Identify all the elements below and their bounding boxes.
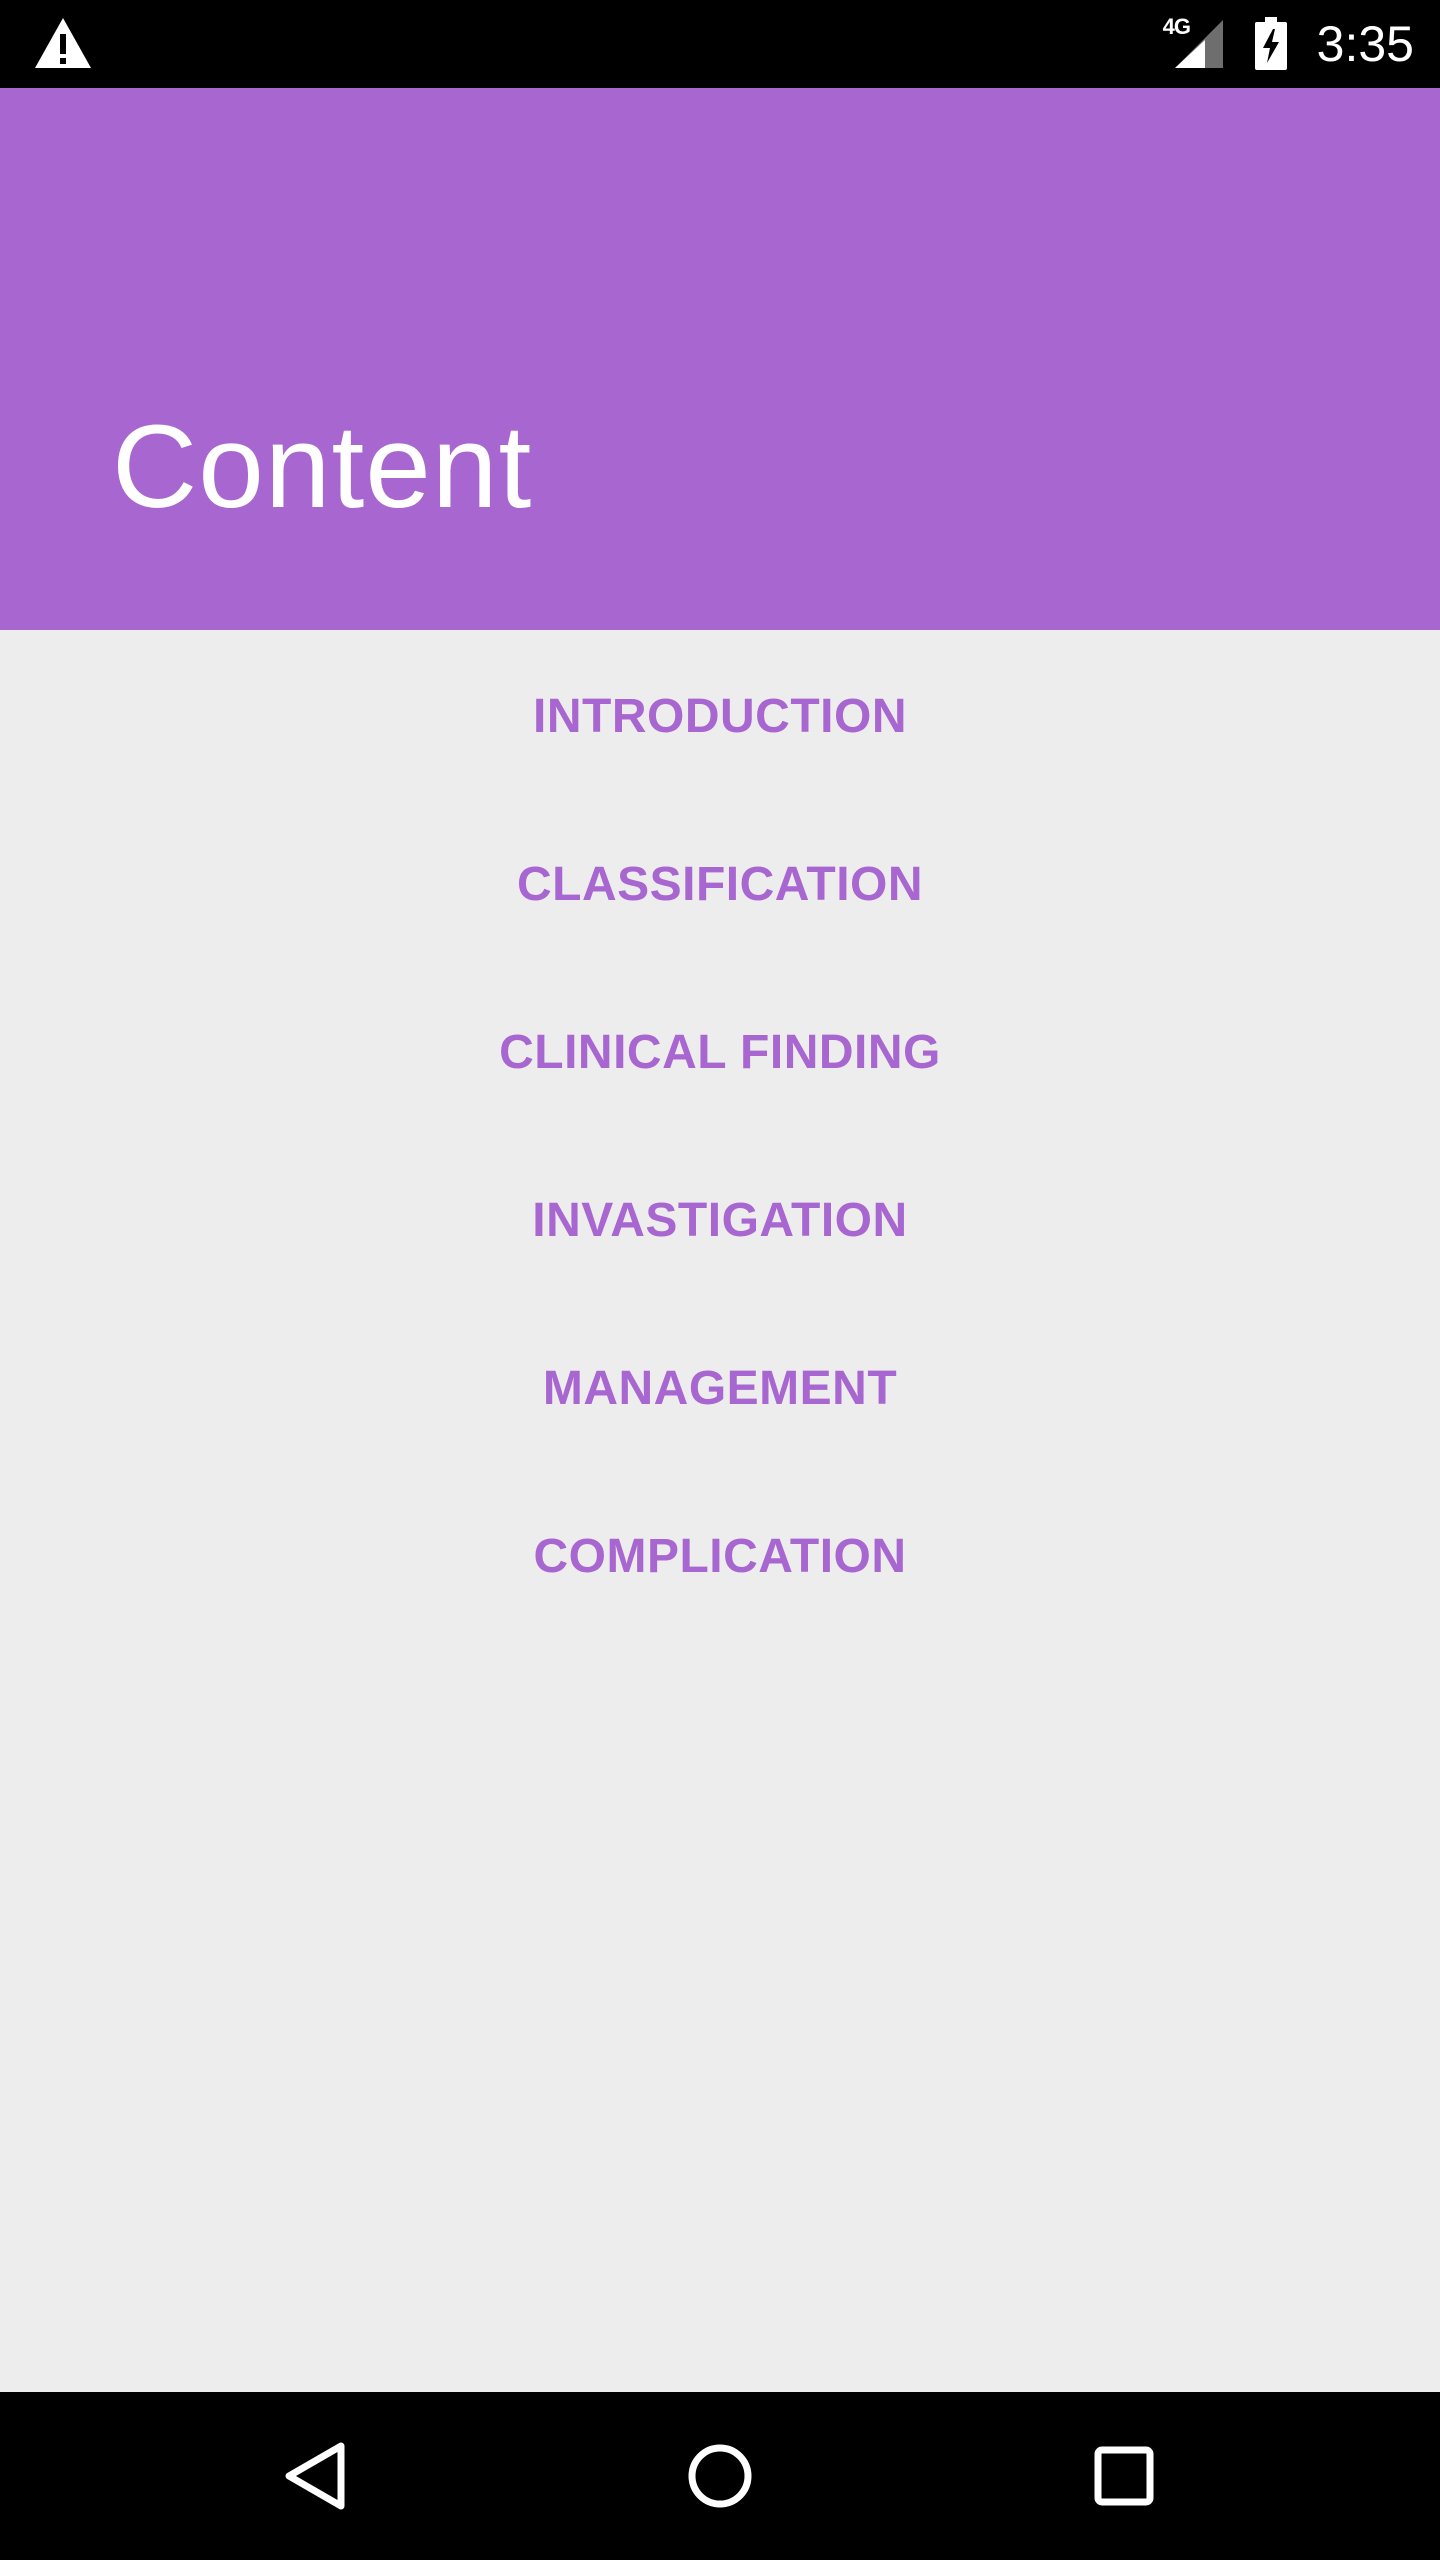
- recents-icon: [1094, 2446, 1154, 2506]
- home-icon: [688, 2444, 752, 2508]
- back-button[interactable]: [266, 2426, 366, 2526]
- menu-item-classification[interactable]: CLASSIFICATION: [420, 814, 1020, 954]
- warning-icon: [34, 16, 92, 70]
- navigation-bar: [0, 2392, 1440, 2560]
- menu-item-complication[interactable]: COMPLICATION: [420, 1486, 1020, 1626]
- menu-item-label: INTRODUCTION: [533, 689, 907, 743]
- menu-item-investigation[interactable]: INVASTIGATION: [420, 1150, 1020, 1290]
- menu-item-label: INVASTIGATION: [532, 1193, 908, 1247]
- home-button[interactable]: [670, 2426, 770, 2526]
- menu-item-label: COMPLICATION: [533, 1529, 907, 1583]
- menu-item-clinical-finding[interactable]: CLINICAL FINDING: [420, 982, 1020, 1122]
- status-icons: 4G 3:35: [1163, 0, 1414, 88]
- status-bar: 4G 3:35: [0, 0, 1440, 88]
- menu-item-management[interactable]: MANAGEMENT: [420, 1318, 1020, 1458]
- app-bar: Content: [0, 88, 1440, 630]
- menu-item-label: CLINICAL FINDING: [499, 1025, 941, 1079]
- menu-item-introduction[interactable]: INTRODUCTION: [420, 646, 1020, 786]
- content-area: INTRODUCTION CLASSIFICATION CLINICAL FIN…: [0, 630, 1440, 2392]
- status-clock: 3:35: [1316, 16, 1414, 72]
- battery-charging-icon: [1253, 17, 1289, 71]
- menu-item-label: MANAGEMENT: [542, 1361, 898, 1415]
- back-icon: [285, 2442, 345, 2510]
- page-title: Content: [112, 401, 533, 533]
- signal-icon: 4G: [1163, 16, 1225, 72]
- menu-item-label: CLASSIFICATION: [516, 857, 924, 911]
- recents-button[interactable]: [1074, 2426, 1174, 2526]
